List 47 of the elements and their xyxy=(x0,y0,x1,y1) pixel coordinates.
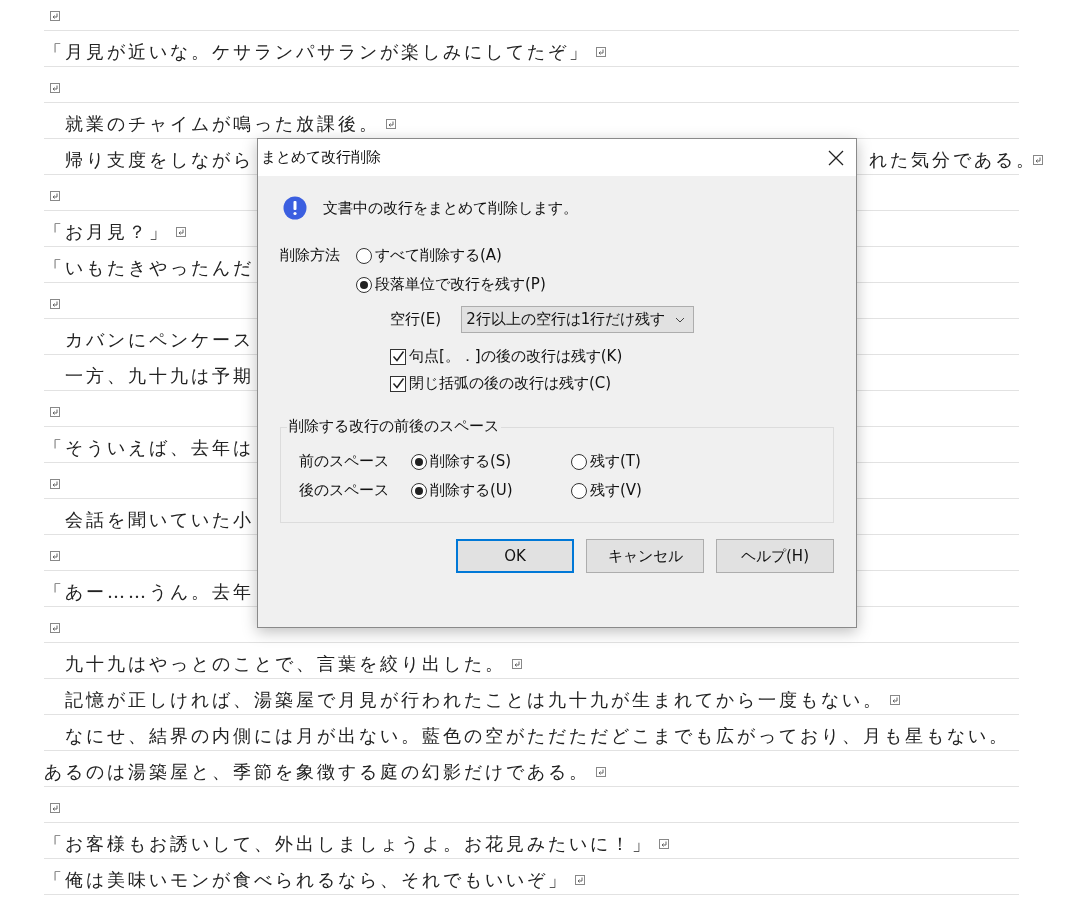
dialog-button[interactable]: OK xyxy=(456,539,574,573)
group-title: 削除する改行の前後のスペース xyxy=(287,417,501,436)
text-line: カバンにペンケース xyxy=(65,327,254,352)
radio-button[interactable] xyxy=(356,276,372,293)
checkbox[interactable] xyxy=(390,348,406,365)
window-title: まとめて改行削除 xyxy=(261,148,381,167)
text-line: 会話を聞いていた小 xyxy=(65,507,254,532)
method-label: 削除方法 xyxy=(280,246,340,265)
message-text: 文書中の改行をまとめて削除します。 xyxy=(323,198,578,218)
radio-label: 削除する(U) xyxy=(430,481,513,500)
text-line: 「月見が近いな。ケサランパサランが楽しみにしてたぞ」 xyxy=(44,39,590,64)
radio-button[interactable] xyxy=(571,453,587,470)
radio-label: 削除する(S) xyxy=(430,452,512,471)
radio-label: 残す(T) xyxy=(590,452,641,471)
dialog-button[interactable]: ヘルプ(H) xyxy=(716,539,834,573)
dialog-button[interactable]: キャンセル xyxy=(586,539,704,573)
text-line: 帰り支度をしながら xyxy=(65,147,254,172)
text-line: 「お客様もお誘いして、外出しましょうよ。お花見みたいに！」 xyxy=(44,831,653,856)
text-line: 「そういえば、去年は xyxy=(44,435,254,460)
radio-button[interactable] xyxy=(411,482,427,499)
radio-button[interactable] xyxy=(571,482,587,499)
text-line: あるのは湯築屋と、季節を象徴する庭の幻影だけである。 xyxy=(44,759,590,784)
checkbox-label: 句点[。．]の後の改行は残す(K) xyxy=(409,347,623,366)
space-label: 後のスペース xyxy=(299,481,390,500)
space-label: 前のスペース xyxy=(299,452,390,471)
text-line: れた気分である。 xyxy=(869,147,1037,172)
radio-label: すべて削除する(A) xyxy=(375,246,502,265)
radio-button[interactable] xyxy=(411,453,427,470)
text-line: 「俺は美味いモンが食べられるなら、それでもいいぞ」 xyxy=(44,867,569,892)
text-line: 記憶が正しければ、湯築屋で月見が行われたことは九十九が生まれてから一度もない。 xyxy=(65,687,884,712)
text-line: 「いもたきやったんだ xyxy=(44,255,254,280)
radio-label: 段落単位で改行を残す(P) xyxy=(375,275,546,294)
text-line: 「お月見？」 xyxy=(44,219,170,244)
text-line: 九十九はやっとのことで、言葉を絞り出した。 xyxy=(65,651,506,676)
close-icon[interactable] xyxy=(828,149,844,166)
text-line: 就業のチャイムが鳴った放課後。 xyxy=(65,111,380,136)
text-line: なにせ、結界の内側には月が出ない。藍色の空がただただどこまでも広がっており、月も星もない。 xyxy=(65,723,1010,748)
text-line: 「あー……うん。去年 xyxy=(44,579,254,604)
checkbox[interactable] xyxy=(390,375,406,392)
blank-line-dropdown[interactable]: 2行以上の空行は1行だけ残す xyxy=(461,306,695,333)
radio-button[interactable] xyxy=(356,247,372,264)
blank-line-label: 空行(E) xyxy=(390,310,442,329)
radio-label: 残す(V) xyxy=(590,481,642,500)
chevron-down-icon xyxy=(675,316,686,323)
info-icon xyxy=(283,196,307,220)
checkbox-label: 閉じ括弧の後の改行は残す(C) xyxy=(409,374,612,393)
text-line: 一方、九十九は予期 xyxy=(65,363,254,388)
